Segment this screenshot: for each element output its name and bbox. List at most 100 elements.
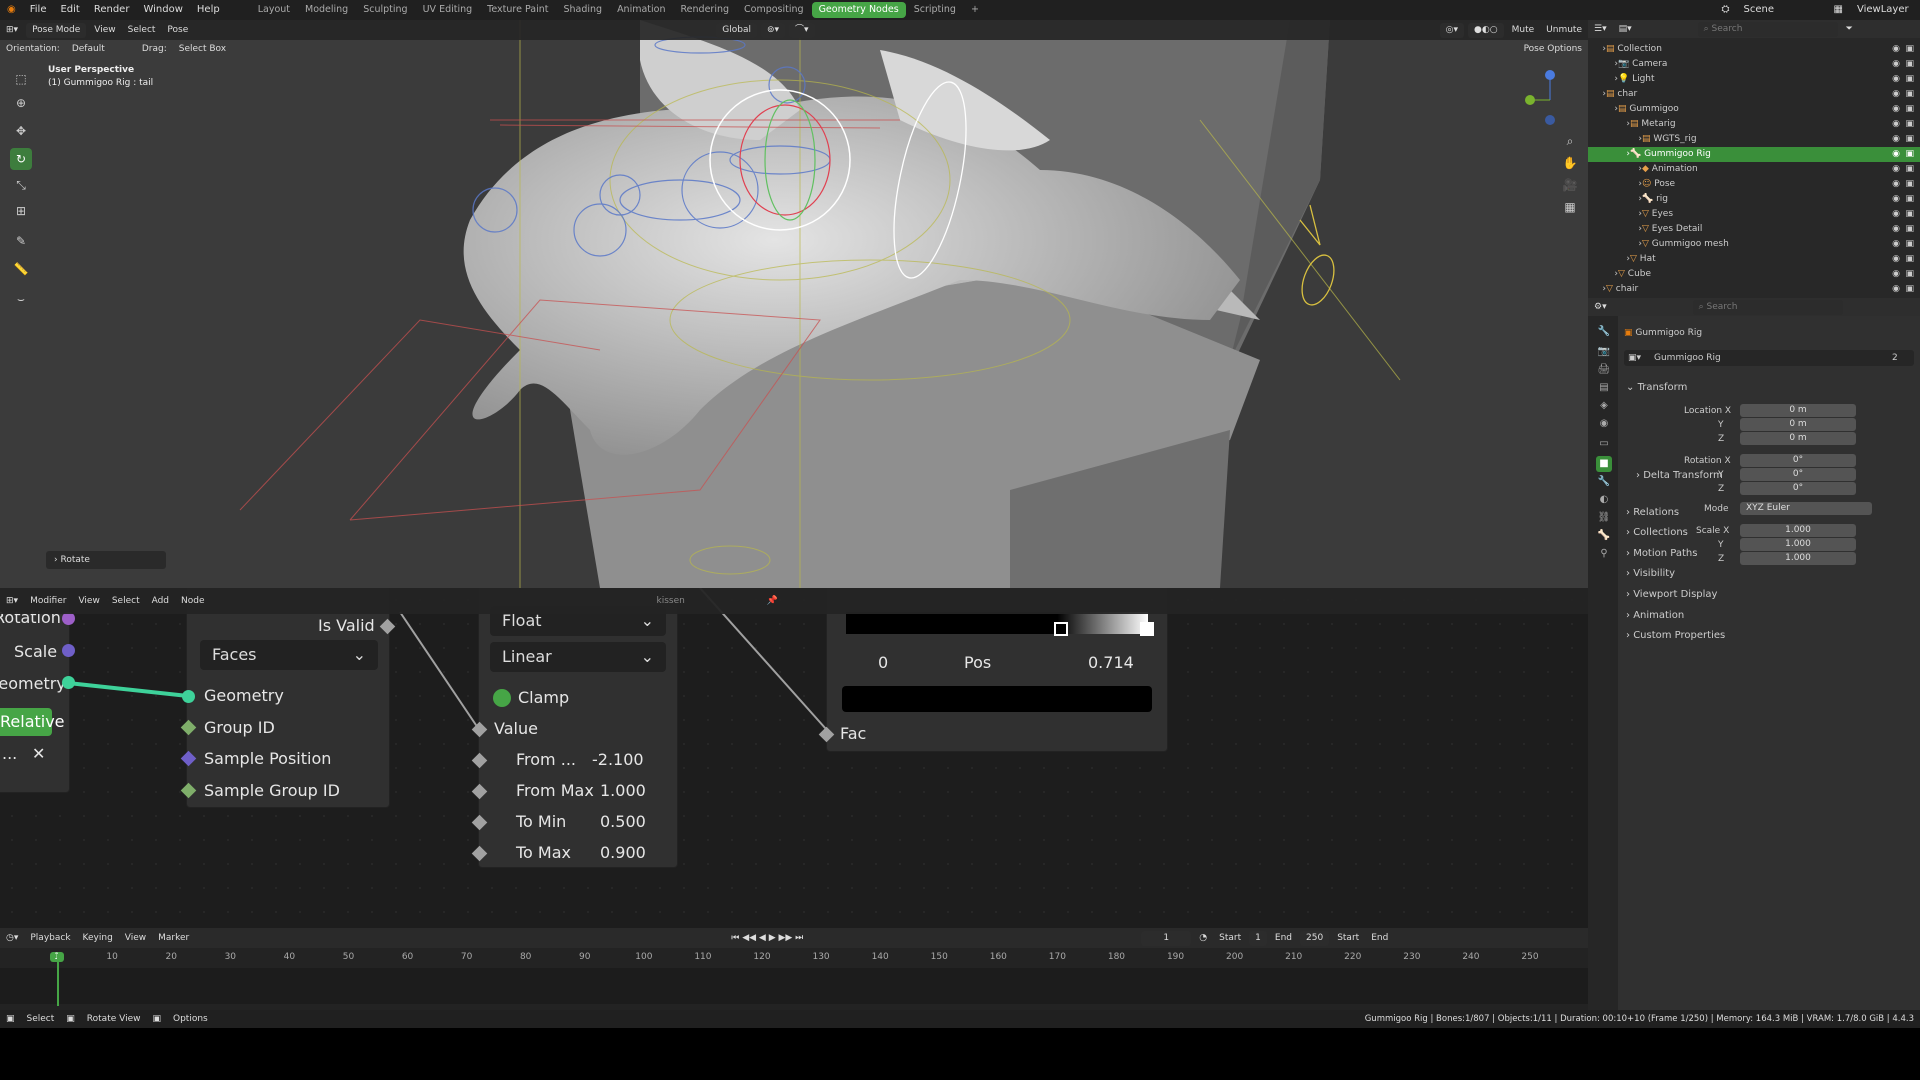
playback-controls[interactable]: ⏮ ◀◀ ◀ ▶ ▶▶ ⏭	[725, 930, 809, 946]
transform-panel-header[interactable]: ⌄ Transform	[1626, 380, 1687, 396]
expand-arrow-icon[interactable]: ›	[1588, 42, 1606, 57]
rotation-z-field[interactable]: 0°	[1740, 482, 1856, 495]
scene-name[interactable]: Scene	[1737, 0, 1827, 20]
editor-context-dropdown[interactable]: Modifier	[24, 593, 72, 609]
scale-socket[interactable]	[62, 644, 75, 657]
start-button[interactable]: Start	[1331, 930, 1365, 946]
tweak-tool-icon[interactable]: ⬚	[10, 68, 32, 90]
pan-hand-icon[interactable]: ✋	[1562, 152, 1578, 174]
outliner-row[interactable]: › 💡 Light ◉ ▣	[1588, 72, 1920, 87]
measure-tool-icon[interactable]: 📏	[10, 258, 32, 280]
expand-arrow-icon[interactable]: ›	[1588, 207, 1642, 222]
view-layer-tab-icon[interactable]: ▤	[1596, 380, 1612, 396]
tab-scripting[interactable]: Scripting	[907, 2, 963, 18]
expand-arrow-icon[interactable]: ›	[1588, 162, 1642, 177]
visibility-eye-icon[interactable]: ◉	[1892, 72, 1900, 87]
expand-arrow-icon[interactable]: ›	[1588, 102, 1618, 117]
viewport-menu-pose[interactable]: Pose	[161, 22, 194, 38]
expand-arrow-icon[interactable]: ›	[1588, 57, 1618, 72]
menu-window[interactable]: Window	[136, 0, 189, 20]
tool-tab-icon[interactable]: 🔧	[1596, 324, 1612, 340]
playhead[interactable]	[57, 954, 59, 1006]
timeline-menu-view[interactable]: View	[119, 930, 152, 946]
modifier-tab-icon[interactable]: 🔧	[1596, 474, 1612, 490]
render-camera-icon[interactable]: ▣	[1905, 117, 1914, 132]
expand-arrow-icon[interactable]: ›	[1588, 282, 1606, 297]
visibility-eye-icon[interactable]: ◉	[1892, 117, 1900, 132]
timeline-editor-icon[interactable]: ◷▾	[0, 930, 24, 946]
panel-animation[interactable]: › Animation	[1626, 608, 1684, 624]
properties-editor[interactable]: ⚙▾ ⌕ Search 🔧 📷 🖨 ▤ ◈ ◉ ▭ ■ 🔧 ◐ ⛓ 🦴 ⚲ ▣ …	[1588, 298, 1920, 1010]
annotate-tool-icon[interactable]: ✎	[10, 230, 32, 252]
bone-tool-icon[interactable]: ⌣	[10, 288, 32, 310]
tab-geometry-nodes[interactable]: Geometry Nodes	[811, 2, 906, 18]
render-camera-icon[interactable]: ▣	[1905, 42, 1914, 57]
render-tab-icon[interactable]: 📷	[1596, 344, 1612, 360]
panel-relations[interactable]: › Relations	[1626, 505, 1679, 521]
geometry-output-socket[interactable]	[62, 676, 75, 689]
view-layer-icon[interactable]: ▦	[1827, 0, 1850, 20]
3d-viewport[interactable]	[0, 20, 1588, 588]
shading-icon[interactable]: ●◐○	[1468, 22, 1504, 38]
render-camera-icon[interactable]: ▣	[1905, 222, 1914, 237]
timeline-menu-marker[interactable]: Marker	[152, 930, 195, 946]
rotate-tool-icon[interactable]: ↻	[10, 148, 32, 170]
snap-icon[interactable]: ⌒▾	[789, 22, 815, 38]
outliner-row[interactable]: › ▽ Gummigoo mesh ◉ ▣	[1588, 237, 1920, 252]
filter-icon[interactable]: ⏷	[1840, 21, 1859, 37]
tab-sculpting[interactable]: Sculpting	[356, 2, 414, 18]
timeline-track[interactable]	[0, 968, 1588, 1004]
render-camera-icon[interactable]: ▣	[1905, 177, 1914, 192]
current-frame-field[interactable]: 1	[1141, 930, 1192, 946]
node-editor[interactable]: Rotation Scale Geometry Relative ... ✕ I…	[0, 588, 1588, 928]
viewport-menu-select[interactable]: Select	[122, 22, 162, 38]
blender-logo-icon[interactable]: ◉	[0, 0, 23, 20]
panel-delta-transform[interactable]: › Delta Transform	[1636, 468, 1723, 484]
tab-animation[interactable]: Animation	[610, 2, 672, 18]
object-name-field[interactable]: Gummigoo Rig	[1654, 351, 1721, 365]
outliner-row[interactable]: › ▤ Gummigoo ◉ ▣	[1588, 102, 1920, 117]
clamp-checkbox[interactable]	[493, 689, 511, 707]
outliner-row[interactable]: › ▽ Hat ◉ ▣	[1588, 252, 1920, 267]
visibility-eye-icon[interactable]: ◉	[1892, 222, 1900, 237]
timeline-menu-playback[interactable]: Playback	[24, 930, 76, 946]
stop-color-swatch[interactable]	[842, 686, 1152, 712]
end-button[interactable]: End	[1365, 930, 1394, 946]
tab-uv-editing[interactable]: UV Editing	[416, 2, 480, 18]
visibility-eye-icon[interactable]: ◉	[1892, 252, 1900, 267]
outliner-row[interactable]: › 🦴 Gummigoo Rig ◉ ▣	[1588, 147, 1920, 162]
properties-editor-icon[interactable]: ⚙▾	[1588, 299, 1613, 315]
rotation-mode-dropdown[interactable]: XYZ Euler	[1740, 502, 1872, 515]
render-camera-icon[interactable]: ▣	[1905, 237, 1914, 252]
render-camera-icon[interactable]: ▣	[1905, 207, 1914, 222]
expand-arrow-icon[interactable]: ›	[1588, 222, 1642, 237]
tab-rendering[interactable]: Rendering	[674, 2, 737, 18]
relative-toggle[interactable]: Relative	[0, 708, 65, 736]
collection-tab-icon[interactable]: ▭	[1596, 436, 1612, 452]
render-camera-icon[interactable]: ▣	[1905, 132, 1914, 147]
render-camera-icon[interactable]: ▣	[1905, 102, 1914, 117]
expand-arrow-icon[interactable]: ›	[1588, 252, 1630, 267]
scale-y-field[interactable]: 1.000	[1740, 538, 1856, 551]
close-icon[interactable]: ✕	[32, 744, 45, 763]
pos-field[interactable]: 0.714	[1088, 653, 1134, 672]
cursor-tool-icon[interactable]: ⊕	[10, 92, 32, 114]
visibility-eye-icon[interactable]: ◉	[1892, 282, 1900, 297]
outliner-row[interactable]: › ▽ Cube ◉ ▣	[1588, 267, 1920, 282]
clock-icon[interactable]: ◔	[1193, 930, 1213, 946]
to-max-field[interactable]: 0.900	[600, 843, 646, 862]
outliner-row[interactable]: › ◆ Animation ◉ ▣	[1588, 162, 1920, 177]
object-tab-icon[interactable]: ■	[1596, 456, 1612, 472]
node-editor-type-icon[interactable]: ⊞▾	[0, 593, 24, 609]
menu-edit[interactable]: Edit	[53, 0, 86, 20]
node-menu-view[interactable]: View	[72, 593, 105, 609]
visibility-eye-icon[interactable]: ◉	[1892, 177, 1900, 192]
expand-arrow-icon[interactable]: ›	[1588, 267, 1618, 282]
panel-custom-properties[interactable]: › Custom Properties	[1626, 628, 1725, 644]
ortho-grid-icon[interactable]: ▦	[1562, 196, 1578, 218]
add-workspace-icon[interactable]: +	[964, 2, 986, 18]
menu-file[interactable]: File	[23, 0, 54, 20]
render-camera-icon[interactable]: ▣	[1905, 282, 1914, 297]
panel-visibility[interactable]: › Visibility	[1626, 566, 1675, 582]
tab-shading[interactable]: Shading	[556, 2, 609, 18]
